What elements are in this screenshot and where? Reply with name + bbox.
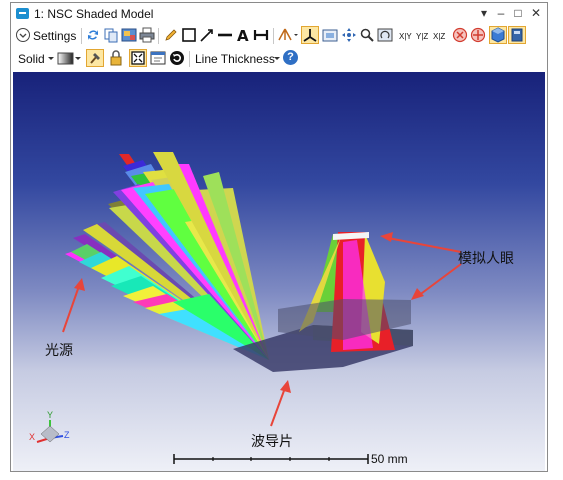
view-yz-button[interactable]: Y|Z [416,28,428,46]
axes-view-icon[interactable] [301,26,319,44]
shaded-model-viewport[interactable]: 模拟人眼 光源 波导片 X Y Z 50 mm [13,72,545,471]
text-icon[interactable]: A [235,27,251,45]
view-xz-button[interactable]: X|Z [433,28,445,46]
toolbar-secondary: Solid Line Thickness ? [11,48,547,70]
app-icon [16,8,29,19]
toolbar-separator [158,28,159,44]
settings-button[interactable]: Settings [33,27,76,45]
help-icon[interactable]: ? [283,50,298,65]
annotation-light-source: 光源 [45,343,73,359]
axis-label-y: Y [47,410,54,420]
light-source-rays [65,152,269,360]
print-icon[interactable] [139,27,155,43]
fit-window-icon[interactable] [129,49,147,67]
annotation-simulated-eye: 模拟人眼 [458,251,514,267]
refresh-icon[interactable] [85,27,101,43]
layout-icon[interactable] [150,50,166,66]
scale-bar-label: 50 mm [371,452,408,466]
toolbar-separator [189,51,190,67]
solid-dropdown[interactable]: Solid [18,50,45,68]
close-button[interactable]: ✕ [529,6,543,20]
settings-chevron-icon[interactable] [15,27,31,43]
axis-triad [36,420,64,443]
toolbar-separator [81,28,82,44]
rays-dropdown-icon[interactable] [277,27,298,43]
hammer-tool-icon[interactable] [86,49,104,67]
pan-icon[interactable] [341,27,357,43]
fit-view-icon[interactable] [322,27,338,43]
shaded-solid-icon[interactable] [489,26,507,44]
save-image-icon[interactable] [121,27,137,43]
copy-icon[interactable] [103,27,119,43]
scale-bar [173,454,369,464]
color-gradient-icon[interactable] [57,50,81,66]
lock-icon[interactable] [108,50,124,66]
nsc-shaded-model-window: 1: NSC Shaded Model ▾ – □ ✕ Settings A X… [10,2,548,472]
title-bar: 1: NSC Shaded Model ▾ – □ ✕ [11,3,547,25]
rotate-view-icon[interactable] [377,27,393,43]
line-thickness-dropdown[interactable]: Line Thickness [195,50,275,68]
toolbar-separator [273,28,274,44]
rotate-right-icon[interactable] [470,27,486,43]
minimize-button[interactable]: – [494,6,508,20]
panel-view-icon[interactable] [508,26,526,44]
annotation-waveguide: 波导片 [251,434,293,450]
dimension-icon[interactable] [253,27,269,43]
scene-render [36,152,462,464]
toolbar-primary: Settings A X|Y Y|Z X|Z [11,25,547,47]
window-title: 1: NSC Shaded Model [34,7,154,21]
reset-icon[interactable] [169,50,185,66]
rotate-left-icon[interactable] [452,27,468,43]
maximize-button[interactable]: □ [511,6,525,20]
svg-text:A: A [237,27,249,43]
view-xy-button[interactable]: X|Y [399,28,412,46]
line-icon[interactable] [217,27,233,43]
axis-label-x: X [29,432,36,442]
axis-label-z: Z [64,430,70,440]
window-menu-icon[interactable]: ▾ [477,6,491,20]
zoom-icon[interactable] [359,27,375,43]
pencil-icon[interactable] [163,27,179,43]
rectangle-icon[interactable] [181,27,197,43]
arrow-line-icon[interactable] [199,27,215,43]
